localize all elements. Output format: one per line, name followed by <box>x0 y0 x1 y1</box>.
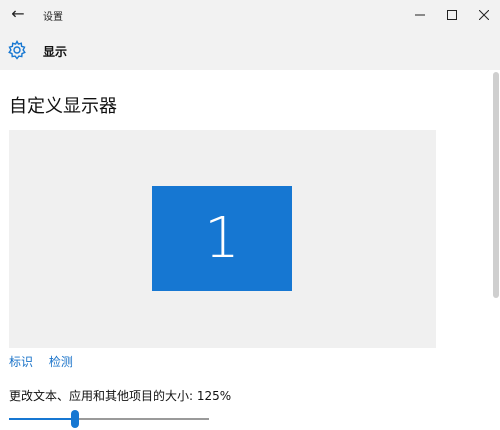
display-settings-content: 自定义显示器 1 标识 检测 更改文本、应用和其他项目的大小: 125% <box>0 70 492 430</box>
identify-link[interactable]: 标识 <box>9 355 33 369</box>
display-preview-area: 1 <box>9 130 436 348</box>
close-button[interactable] <box>468 0 500 30</box>
vertical-scrollbar[interactable] <box>492 70 500 430</box>
maximize-button[interactable] <box>436 0 468 30</box>
title-bar: ← 设置 <box>0 0 500 30</box>
monitor-1-tile[interactable]: 1 <box>152 186 292 291</box>
back-arrow-icon[interactable]: ← <box>8 4 28 24</box>
settings-window: ← 设置 显示 自定义显示器 1 标识 检测 更改文本、应用和其他项目的大小: … <box>0 0 500 430</box>
display-links: 标识 检测 <box>9 353 85 370</box>
gear-icon <box>8 40 26 60</box>
minimize-button[interactable] <box>404 0 436 30</box>
scale-slider[interactable] <box>9 410 209 430</box>
slider-fill <box>9 418 75 420</box>
window-title: 设置 <box>43 12 63 23</box>
page-title: 自定义显示器 <box>9 96 117 117</box>
slider-thumb[interactable] <box>71 410 79 428</box>
section-title: 显示 <box>43 45 68 59</box>
maximize-icon <box>447 10 457 20</box>
settings-header: 显示 <box>0 30 500 70</box>
minimize-icon <box>415 14 425 16</box>
detect-link[interactable]: 检测 <box>49 355 73 369</box>
scale-label: 更改文本、应用和其他项目的大小: 125% <box>9 389 232 403</box>
scrollbar-thumb[interactable] <box>493 72 499 298</box>
close-icon <box>479 10 489 20</box>
